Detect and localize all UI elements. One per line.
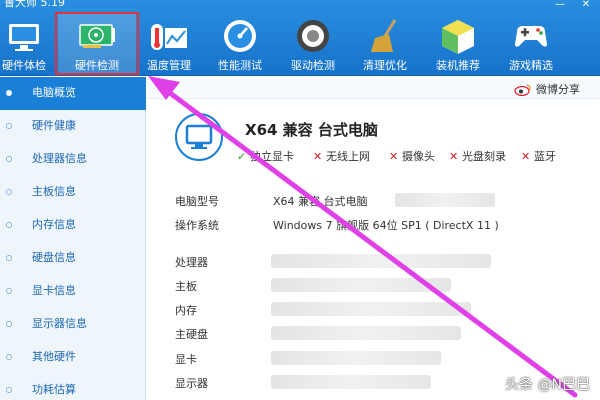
tool-hardware-detect[interactable]: 硬件检测 — [58, 12, 136, 74]
info-row-motherboard: 主板 — [175, 278, 595, 294]
weibo-icon — [514, 84, 531, 96]
bullet-icon — [6, 156, 12, 162]
tool-build-recommend[interactable]: 装机推荐 — [432, 12, 484, 74]
sidebar-item-other[interactable]: 其他硬件 — [0, 341, 146, 374]
bullet-icon — [6, 255, 12, 261]
gamepad-icon — [515, 26, 547, 47]
redacted-area — [271, 375, 431, 389]
sidebar-item-memory[interactable]: 内存信息 — [0, 209, 146, 242]
redacted-area — [271, 278, 451, 292]
speedometer-icon — [224, 20, 256, 52]
check-icon: ✓ — [237, 150, 247, 163]
redacted-area — [271, 254, 491, 268]
bullet-icon — [6, 189, 12, 195]
redacted-area — [271, 302, 471, 316]
flag-camera: ✕ 摄像头 — [389, 150, 435, 163]
info-row-cpu: 处理器 — [175, 254, 595, 270]
sidebar-item-power[interactable]: 功耗估算 — [0, 374, 146, 400]
tool-hardware-checkup[interactable]: 硬件体检 — [0, 12, 48, 74]
info-row-gpu: 显卡 — [175, 351, 595, 367]
bullet-icon — [6, 288, 12, 294]
bullet-icon — [6, 90, 12, 96]
app-title: 鲁大师 5.19 — [4, 0, 65, 9]
computer-icon — [175, 113, 223, 161]
flag-dedicated-gpu: ✓ 独立显卡 — [237, 150, 294, 163]
tool-driver[interactable]: 驱动检测 — [288, 12, 338, 74]
sidebar-item-cpu[interactable]: 处理器信息 — [0, 143, 146, 176]
graphics-card-icon — [79, 24, 115, 48]
flag-wireless: ✕ 无线上网 — [313, 150, 370, 163]
bullet-icon — [6, 222, 12, 228]
tool-clean[interactable]: 清理优化 — [360, 12, 410, 74]
watermark: 头条 @N巴巴 — [505, 377, 590, 393]
main-content: 微博分享 X64 兼容 台式电脑 ✓ 独立显卡 ✕ 无线上网 ✕ 摄像头 ✕ 光盘刻录 … — [147, 77, 600, 400]
sidebar: 电脑概览 硬件健康 处理器信息 主板信息 内存信息 硬盘信息 显卡信息 显示器信… — [0, 77, 146, 400]
info-row-disk: 主硬盘 — [175, 326, 595, 342]
info-row-os: 操作系统 Windows 7 旗舰版 64位 SP1 ( DirectX 11 … — [175, 219, 499, 232]
info-row-memory: 内存 — [175, 302, 595, 318]
bullet-icon — [6, 123, 12, 129]
close-button[interactable]: ✕ — [574, 0, 598, 12]
sidebar-item-gpu[interactable]: 显卡信息 — [0, 275, 146, 308]
broom-icon — [371, 19, 397, 52]
sidebar-item-display[interactable]: 显示器信息 — [0, 308, 146, 341]
sidebar-item-motherboard[interactable]: 主板信息 — [0, 176, 146, 209]
share-bar: 微博分享 — [147, 77, 600, 99]
tool-games[interactable]: 游戏精选 — [505, 12, 557, 74]
sidebar-item-disk[interactable]: 硬盘信息 — [0, 242, 146, 275]
tool-performance[interactable]: 性能测试 — [214, 12, 266, 74]
sidebar-item-health[interactable]: 硬件健康 — [0, 110, 146, 143]
monitor-icon — [9, 24, 39, 51]
weibo-share-button[interactable]: 微博分享 — [514, 81, 580, 97]
box-icon — [442, 20, 474, 54]
cross-icon: ✕ — [389, 150, 399, 163]
redacted-area — [395, 193, 495, 207]
flag-bluetooth: ✕ 蓝牙 — [521, 150, 556, 163]
cross-icon: ✕ — [521, 150, 531, 163]
top-toolbar: 鲁大师 5.19 — ✕ 硬件体检 硬件检测 温度管理 性能测试 驱动检测 清理… — [0, 0, 600, 76]
sidebar-item-overview[interactable]: 电脑概览 — [0, 77, 146, 110]
cross-icon: ✕ — [449, 150, 459, 163]
tool-temperature[interactable]: 温度管理 — [144, 12, 194, 74]
thermometer-icon — [151, 24, 187, 50]
computer-title: X64 兼容 台式电脑 — [245, 121, 378, 139]
info-row-model: 电脑型号 X64 兼容 台式电脑 — [175, 193, 595, 209]
bullet-icon — [6, 354, 12, 360]
redacted-area — [271, 351, 441, 365]
redacted-area — [271, 326, 461, 340]
flag-disc-burner: ✕ 光盘刻录 — [449, 150, 506, 163]
bullet-icon — [6, 321, 12, 327]
bullet-icon — [6, 387, 12, 393]
driver-gear-icon — [297, 20, 329, 52]
feature-flags: ✓ 独立显卡 ✕ 无线上网 ✕ 摄像头 ✕ 光盘刻录 ✕ 蓝牙 — [237, 148, 597, 164]
minimize-button[interactable]: — — [548, 0, 572, 12]
cross-icon: ✕ — [313, 150, 323, 163]
